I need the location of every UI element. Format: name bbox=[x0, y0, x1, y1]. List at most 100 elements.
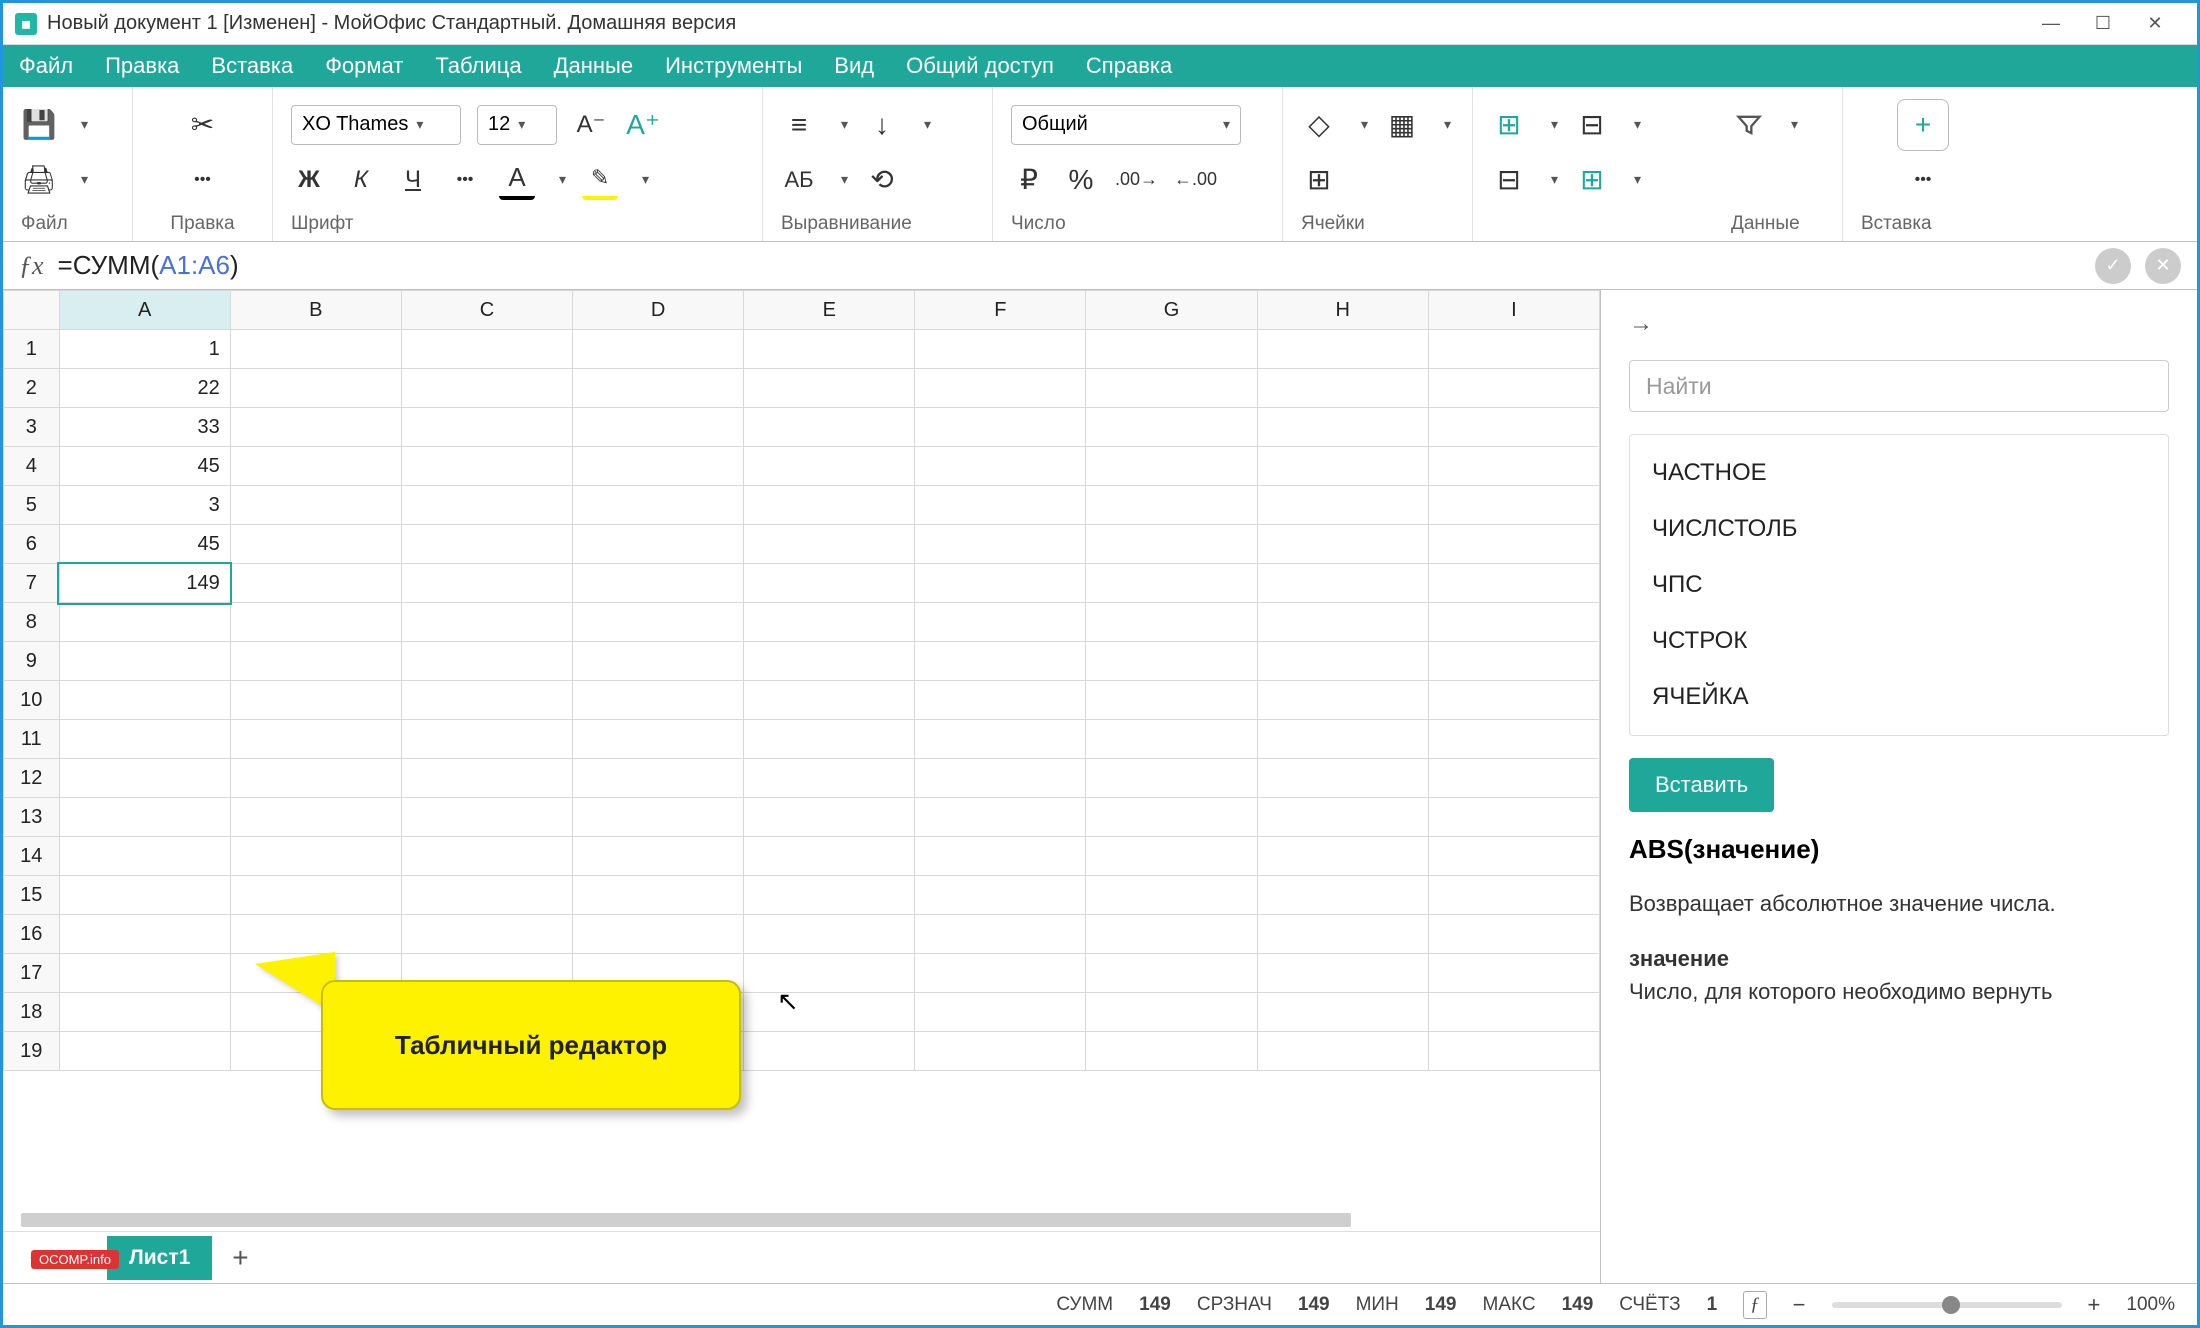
cell-G4[interactable] bbox=[1086, 447, 1257, 486]
menu-insert[interactable]: Вставка bbox=[211, 53, 293, 79]
cell-B1[interactable] bbox=[230, 330, 401, 369]
cell-C10[interactable] bbox=[401, 681, 572, 720]
cell-E5[interactable] bbox=[744, 486, 915, 525]
cell-I7[interactable] bbox=[1428, 564, 1599, 603]
cell-C4[interactable] bbox=[401, 447, 572, 486]
cell-E9[interactable] bbox=[744, 642, 915, 681]
save-button[interactable]: 💾 bbox=[21, 105, 57, 145]
cell-G13[interactable] bbox=[1086, 798, 1257, 837]
function-item[interactable]: ЯЧЕЙКА bbox=[1630, 669, 2168, 725]
cell-D7[interactable] bbox=[573, 564, 744, 603]
horizontal-scrollbar[interactable] bbox=[3, 1209, 1600, 1231]
menu-format[interactable]: Формат bbox=[325, 53, 403, 79]
menu-share[interactable]: Общий доступ bbox=[906, 53, 1054, 79]
cell-B10[interactable] bbox=[230, 681, 401, 720]
cell-E4[interactable] bbox=[744, 447, 915, 486]
cell-G6[interactable] bbox=[1086, 525, 1257, 564]
cell-D12[interactable] bbox=[573, 759, 744, 798]
cell-E12[interactable] bbox=[744, 759, 915, 798]
cell-D16[interactable] bbox=[573, 915, 744, 954]
cell-B2[interactable] bbox=[230, 369, 401, 408]
col-header-I[interactable]: I bbox=[1428, 291, 1599, 330]
chevron-down-icon[interactable]: ▾ bbox=[81, 171, 88, 188]
cell-H8[interactable] bbox=[1257, 603, 1428, 642]
cell-C3[interactable] bbox=[401, 408, 572, 447]
col-header-F[interactable]: F bbox=[915, 291, 1086, 330]
cell-B11[interactable] bbox=[230, 720, 401, 759]
row-header-2[interactable]: 2 bbox=[4, 369, 60, 408]
cell-G7[interactable] bbox=[1086, 564, 1257, 603]
cell-F3[interactable] bbox=[915, 408, 1086, 447]
cell-H18[interactable] bbox=[1257, 993, 1428, 1032]
cell-H5[interactable] bbox=[1257, 486, 1428, 525]
cell-A16[interactable] bbox=[59, 915, 230, 954]
cell-H13[interactable] bbox=[1257, 798, 1428, 837]
row-header-9[interactable]: 9 bbox=[4, 642, 60, 681]
valign-button[interactable]: ↓ bbox=[864, 105, 900, 145]
cell-D4[interactable] bbox=[573, 447, 744, 486]
formula-input[interactable]: =СУММ(A1:A6) bbox=[58, 250, 2081, 281]
cell-B14[interactable] bbox=[230, 837, 401, 876]
cell-D1[interactable] bbox=[573, 330, 744, 369]
font-name-combo[interactable]: XO Thames▾ bbox=[291, 105, 461, 145]
percent-button[interactable]: % bbox=[1063, 160, 1099, 200]
cell-A3[interactable]: 33 bbox=[59, 408, 230, 447]
col-header-D[interactable]: D bbox=[573, 291, 744, 330]
cell-E16[interactable] bbox=[744, 915, 915, 954]
menu-help[interactable]: Справка bbox=[1086, 53, 1172, 79]
row-header-17[interactable]: 17 bbox=[4, 954, 60, 993]
insert-cells-button[interactable]: ⊞ bbox=[1491, 105, 1527, 145]
cell-H6[interactable] bbox=[1257, 525, 1428, 564]
cell-E2[interactable] bbox=[744, 369, 915, 408]
cell-F7[interactable] bbox=[915, 564, 1086, 603]
add-sheet-button[interactable]: + bbox=[222, 1242, 258, 1274]
cell-G17[interactable] bbox=[1086, 954, 1257, 993]
cell-I3[interactable] bbox=[1428, 408, 1599, 447]
cell-H10[interactable] bbox=[1257, 681, 1428, 720]
cell-E10[interactable] bbox=[744, 681, 915, 720]
row-header-13[interactable]: 13 bbox=[4, 798, 60, 837]
cell-E11[interactable] bbox=[744, 720, 915, 759]
cell-E13[interactable] bbox=[744, 798, 915, 837]
cell-I17[interactable] bbox=[1428, 954, 1599, 993]
row-header-12[interactable]: 12 bbox=[4, 759, 60, 798]
cell-A6[interactable]: 45 bbox=[59, 525, 230, 564]
zoom-slider[interactable] bbox=[1832, 1302, 2062, 1308]
cell-I12[interactable] bbox=[1428, 759, 1599, 798]
cell-C6[interactable] bbox=[401, 525, 572, 564]
cell-G14[interactable] bbox=[1086, 837, 1257, 876]
cell-E17[interactable] bbox=[744, 954, 915, 993]
minimize-button[interactable]: — bbox=[2041, 14, 2061, 34]
cell-A2[interactable]: 22 bbox=[59, 369, 230, 408]
cell-E7[interactable] bbox=[744, 564, 915, 603]
cell-D3[interactable] bbox=[573, 408, 744, 447]
row-header-16[interactable]: 16 bbox=[4, 915, 60, 954]
row-height-button[interactable]: ⊟ bbox=[1491, 160, 1527, 200]
row-header-19[interactable]: 19 bbox=[4, 1032, 60, 1071]
col-header-E[interactable]: E bbox=[744, 291, 915, 330]
cell-G10[interactable] bbox=[1086, 681, 1257, 720]
cell-H12[interactable] bbox=[1257, 759, 1428, 798]
font-size-combo[interactable]: 12▾ bbox=[477, 105, 557, 145]
dec-decrease-button[interactable]: .00→ bbox=[1115, 160, 1158, 200]
cell-A13[interactable] bbox=[59, 798, 230, 837]
cell-C11[interactable] bbox=[401, 720, 572, 759]
cell-B7[interactable] bbox=[230, 564, 401, 603]
cell-A12[interactable] bbox=[59, 759, 230, 798]
cell-A11[interactable] bbox=[59, 720, 230, 759]
cell-G16[interactable] bbox=[1086, 915, 1257, 954]
col-width-button[interactable]: ⊞ bbox=[1574, 160, 1610, 200]
print-button[interactable]: 🖨 bbox=[21, 160, 57, 200]
cell-D6[interactable] bbox=[573, 525, 744, 564]
cell-I19[interactable] bbox=[1428, 1032, 1599, 1071]
cell-E18[interactable] bbox=[744, 993, 915, 1032]
cell-A15[interactable] bbox=[59, 876, 230, 915]
row-header-14[interactable]: 14 bbox=[4, 837, 60, 876]
italic-button[interactable]: К bbox=[343, 160, 379, 200]
cell-E19[interactable] bbox=[744, 1032, 915, 1071]
highlight-button[interactable]: ✎ bbox=[582, 160, 618, 200]
cell-I18[interactable] bbox=[1428, 993, 1599, 1032]
cell-G12[interactable] bbox=[1086, 759, 1257, 798]
cell-C8[interactable] bbox=[401, 603, 572, 642]
cell-B4[interactable] bbox=[230, 447, 401, 486]
